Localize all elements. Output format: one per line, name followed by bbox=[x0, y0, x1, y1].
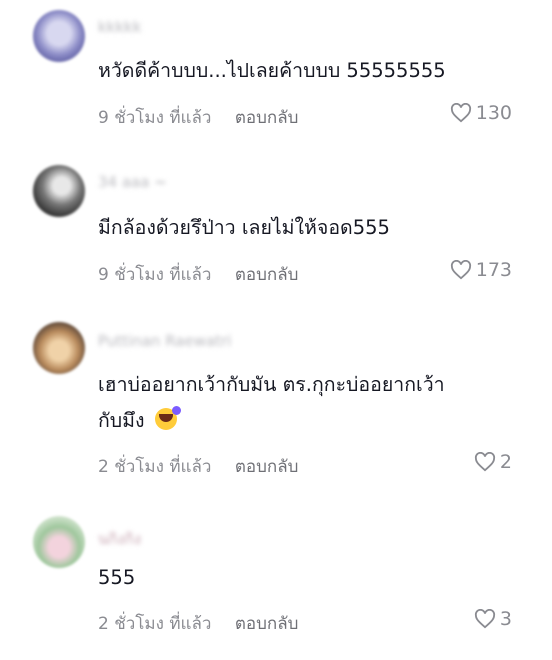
username-text: 34 aaa bbox=[98, 173, 150, 191]
reply-button[interactable]: ตอบกลับ bbox=[235, 265, 299, 285]
like-count: 173 bbox=[475, 259, 512, 281]
timestamp: 9 ชั่วโมง ที่แล้ว bbox=[98, 265, 212, 285]
avatar[interactable] bbox=[33, 10, 85, 62]
heart-outline-icon bbox=[450, 260, 471, 280]
timestamp: 9 ชั่วโมง ที่แล้ว bbox=[98, 108, 212, 128]
username[interactable]: 34 aaa ~ bbox=[98, 173, 167, 191]
like-button[interactable]: 3 bbox=[474, 608, 512, 630]
reply-button[interactable]: ตอบกลับ bbox=[235, 614, 299, 634]
like-count: 3 bbox=[499, 608, 512, 630]
username[interactable]: นกิงกิง bbox=[98, 527, 141, 551]
comment-text: หวัดดีค้าบบบ...ไปเลยค้าบบบ 55555555 bbox=[98, 59, 446, 82]
comment-text-part: กับมึง bbox=[98, 409, 145, 432]
avatar[interactable] bbox=[33, 322, 85, 374]
comment-text-line: เฮาบ่ออยากเว้ากับมัน ตร.กุกะบ่ออยากเว้า bbox=[98, 373, 445, 396]
rolling-laughing-emoji-icon bbox=[154, 406, 181, 430]
comment-text: 555 bbox=[98, 566, 136, 589]
avatar[interactable] bbox=[33, 165, 85, 217]
comment-text: เฮาบ่ออยากเว้ากับมัน ตร.กุกะบ่ออยากเว้า … bbox=[98, 367, 518, 439]
username[interactable]: kkkkk bbox=[98, 18, 141, 36]
heart-outline-icon bbox=[474, 452, 495, 472]
heart-outline-icon bbox=[474, 609, 495, 629]
heart-outline-icon bbox=[450, 103, 471, 123]
comment-text: มีกล้องด้วยรึป่าว เลยไม่ให้จอด555 bbox=[98, 216, 390, 239]
comment-meta: 2 ชั่วโมง ที่แล้ว ตอบกลับ bbox=[98, 610, 298, 637]
username[interactable]: Puttinan Raewatri bbox=[98, 332, 231, 350]
timestamp: 2 ชั่วโมง ที่แล้ว bbox=[98, 614, 212, 634]
reply-button[interactable]: ตอบกลับ bbox=[235, 108, 299, 128]
like-button[interactable]: 2 bbox=[474, 451, 512, 473]
avatar[interactable] bbox=[33, 516, 85, 568]
comment-text-line: กับมึง bbox=[98, 403, 518, 439]
like-count: 2 bbox=[499, 451, 512, 473]
like-button[interactable]: 130 bbox=[450, 102, 512, 124]
comment-meta: 9 ชั่วโมง ที่แล้ว ตอบกลับ bbox=[98, 104, 298, 131]
reply-button[interactable]: ตอบกลับ bbox=[235, 457, 299, 477]
timestamp: 2 ชั่วโมง ที่แล้ว bbox=[98, 457, 212, 477]
comment-meta: 9 ชั่วโมง ที่แล้ว ตอบกลับ bbox=[98, 261, 298, 288]
like-count: 130 bbox=[475, 102, 512, 124]
like-button[interactable]: 173 bbox=[450, 259, 512, 281]
username-suffix: ~ bbox=[154, 173, 167, 191]
comment-meta: 2 ชั่วโมง ที่แล้ว ตอบกลับ bbox=[98, 453, 298, 480]
